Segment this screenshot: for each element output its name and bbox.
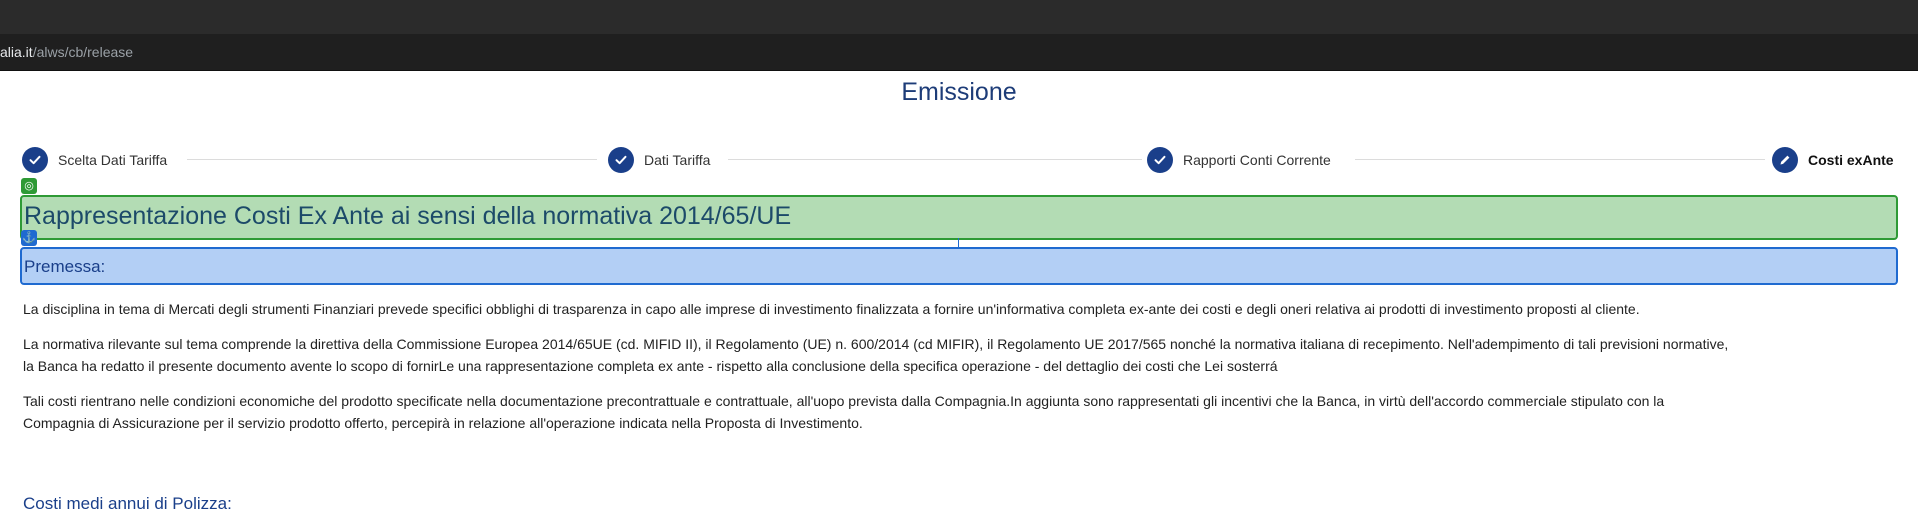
check-icon: [22, 147, 48, 173]
pencil-icon: [1772, 147, 1798, 173]
paragraph-disciplina: La disciplina in tema di Mercati degli s…: [23, 298, 1893, 320]
stepper-connector: [187, 159, 597, 160]
paragraph-normativa: La normativa rilevante sul tema comprend…: [23, 333, 1893, 377]
step-label: Rapporti Conti Corrente: [1183, 152, 1331, 168]
address-bar-url[interactable]: alia.it/alws/cb/release: [0, 44, 133, 60]
url-host: alia.it: [0, 44, 33, 60]
premessa-title: Premessa:: [24, 257, 106, 276]
paragraph-line: Compagnia di Assicurazione per il serviz…: [23, 415, 863, 431]
section-header-costi-ex-ante: Rappresentazione Costi Ex Ante ai sensi …: [20, 195, 1898, 240]
anchor-icon: ⚓: [21, 230, 37, 246]
check-icon: [608, 147, 634, 173]
step-label: Costi exAnte: [1808, 152, 1894, 168]
address-bar[interactable]: alia.it/alws/cb/release: [0, 34, 1918, 71]
stepper-connector: [1355, 159, 1765, 160]
step-label: Dati Tariffa: [644, 152, 711, 168]
section-premessa: Premessa:: [20, 247, 1898, 285]
section-title: Rappresentazione Costi Ex Ante ai sensi …: [24, 202, 792, 230]
step-dati-tariffa[interactable]: Dati Tariffa: [608, 146, 710, 174]
costi-medi-heading: Costi medi annui di Polizza:: [23, 494, 232, 513]
browser-tab-strip: [0, 0, 1918, 34]
step-costi-exante[interactable]: Costi exAnte: [1772, 146, 1894, 174]
check-icon: [1147, 147, 1173, 173]
paragraph-line: La normativa rilevante sul tema comprend…: [23, 336, 1729, 352]
step-rapporti-conti-corrente[interactable]: Rapporti Conti Corrente: [1147, 146, 1331, 174]
paragraph-line: Tali costi rientrano nelle condizioni ec…: [23, 393, 1665, 409]
stepper-connector: [728, 159, 1142, 160]
paragraph-line: la Banca ha redatto il presente document…: [23, 358, 1278, 374]
page-title: Emissione: [901, 78, 1017, 106]
step-scelta-dati-tariffa[interactable]: Scelta Dati Tariffa: [22, 146, 167, 174]
target-icon: ◎: [21, 178, 37, 194]
paragraph-line: La disciplina in tema di Mercati degli s…: [23, 301, 1640, 317]
paragraph-costi: Tali costi rientrano nelle condizioni ec…: [23, 390, 1893, 434]
step-label: Scelta Dati Tariffa: [58, 152, 168, 168]
url-path: /alws/cb/release: [32, 44, 134, 60]
